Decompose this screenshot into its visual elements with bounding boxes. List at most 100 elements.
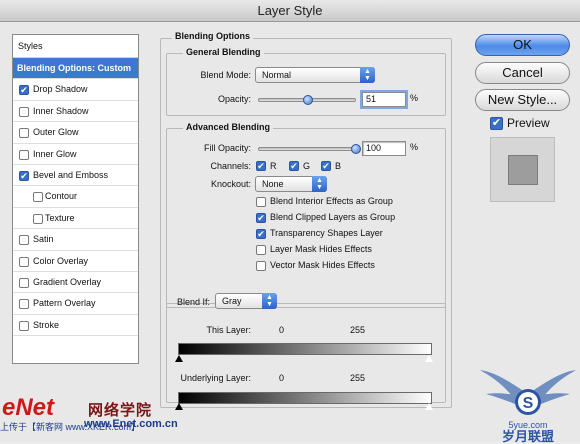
style-item-label: Blending Options: Custom xyxy=(17,63,131,73)
style-item[interactable]: Outer Glow xyxy=(13,122,138,144)
underlying-layer-white-slider[interactable] xyxy=(424,402,434,411)
underlying-layer-gradient-bar xyxy=(178,392,432,404)
preview-checkbox[interactable] xyxy=(490,117,503,130)
style-item-label: Inner Shadow xyxy=(33,105,89,116)
fill-opacity-percent: % xyxy=(410,142,419,152)
dialog-body: Styles Blending Options: Custom Drop Shad… xyxy=(0,22,580,444)
knockout-value: None xyxy=(262,179,284,189)
underlying-layer-max: 255 xyxy=(350,373,366,383)
style-item[interactable]: Drop Shadow xyxy=(13,79,138,101)
preview-swatch xyxy=(490,137,555,202)
emblem-letter: S xyxy=(523,395,534,412)
winged-emblem-icon: S 5yue.com 岁月联盟 xyxy=(480,370,576,444)
style-item-label: Outer Glow xyxy=(33,127,79,138)
this-layer-label: This Layer: xyxy=(206,325,251,335)
style-checkbox[interactable] xyxy=(33,192,43,203)
blend-mode-popup[interactable]: Normal ▲ ▼ xyxy=(255,67,375,83)
blend-if-label: Blend If: xyxy=(177,297,211,307)
style-checkbox[interactable] xyxy=(19,85,29,96)
style-item[interactable]: Blending Options: Custom xyxy=(13,58,138,80)
style-item[interactable]: Stroke xyxy=(13,315,138,337)
knockout-label: Knockout: xyxy=(210,179,251,189)
style-item-label: Stroke xyxy=(33,319,60,330)
blend-if-value: Gray xyxy=(222,296,242,306)
style-item-label: Drop Shadow xyxy=(33,84,88,95)
blending-options-title: Blending Options xyxy=(172,31,253,41)
knockout-popup[interactable]: None ▲ ▼ xyxy=(255,176,327,192)
channel-g-checkbox[interactable] xyxy=(289,161,299,171)
style-checkbox[interactable] xyxy=(19,299,29,310)
general-blending-title: General Blending xyxy=(183,47,264,57)
this-layer-white-slider[interactable] xyxy=(424,354,434,363)
window-title: Layer Style xyxy=(257,3,323,18)
style-item[interactable]: Contour xyxy=(13,186,138,208)
style-checkbox[interactable] xyxy=(19,106,29,117)
preview-label: Preview xyxy=(507,116,550,130)
underlying-layer-black-slider[interactable] xyxy=(175,403,183,410)
style-checkbox[interactable] xyxy=(19,149,29,160)
popup-arrows-icon: ▲ ▼ xyxy=(360,67,375,83)
style-item[interactable]: Texture xyxy=(13,208,138,230)
underlying-layer-min: 0 xyxy=(279,373,285,383)
advanced-option-checkbox[interactable] xyxy=(256,213,266,223)
blend-mode-value: Normal xyxy=(262,70,292,80)
advanced-option-checkbox[interactable] xyxy=(256,229,266,239)
style-checkbox[interactable] xyxy=(19,277,29,288)
fill-opacity-slider[interactable] xyxy=(258,147,356,151)
blend-if-popup[interactable]: Gray ▲ ▼ xyxy=(215,293,277,309)
this-layer-gradient-bar xyxy=(178,343,432,355)
style-item-label: Inner Glow xyxy=(33,148,77,159)
style-item[interactable]: Gradient Overlay xyxy=(13,272,138,294)
this-layer-black-slider[interactable] xyxy=(175,355,183,362)
styles-header[interactable]: Styles xyxy=(13,35,138,58)
style-item[interactable]: Bevel and Emboss xyxy=(13,165,138,187)
style-item[interactable]: Inner Glow xyxy=(13,144,138,165)
style-item-label: Texture xyxy=(45,212,75,223)
style-item-label: Gradient Overlay xyxy=(33,276,102,287)
advanced-option-checkbox[interactable] xyxy=(256,245,266,255)
style-item-label: Pattern Overlay xyxy=(33,298,96,309)
style-checkbox[interactable] xyxy=(19,256,29,267)
style-item[interactable]: Pattern Overlay xyxy=(13,293,138,315)
opacity-field[interactable]: 51 xyxy=(362,92,406,107)
popup-arrows-icon: ▲ ▼ xyxy=(262,293,277,309)
fill-opacity-slider-thumb[interactable] xyxy=(351,144,361,154)
this-layer-max: 255 xyxy=(350,325,366,335)
new-style-button[interactable]: New Style... xyxy=(475,89,570,111)
cancel-button[interactable]: Cancel xyxy=(475,62,570,84)
style-item-label: Contour xyxy=(45,191,78,202)
emblem-url: 5yue.com xyxy=(508,420,547,430)
style-item[interactable]: Color Overlay xyxy=(13,251,138,272)
advanced-option-checkbox[interactable] xyxy=(256,197,266,207)
fill-opacity-label: Fill Opacity: xyxy=(203,143,251,153)
advanced-option-label: Transparency Shapes Layer xyxy=(270,228,383,238)
enet-logo: eNet xyxy=(2,394,55,421)
channel-r-label: R xyxy=(270,161,277,171)
style-item[interactable]: Satin xyxy=(13,229,138,251)
channel-r-checkbox[interactable] xyxy=(256,161,266,171)
style-checkbox[interactable] xyxy=(33,213,43,224)
opacity-value: 51 xyxy=(366,94,377,104)
style-checkbox[interactable] xyxy=(19,170,29,181)
preview-swatch-inner xyxy=(508,155,538,185)
style-item-label: Bevel and Emboss xyxy=(33,169,109,180)
advanced-blending-title: Advanced Blending xyxy=(183,122,274,132)
advanced-option-label: Blend Interior Effects as Group xyxy=(270,196,393,206)
style-checkbox[interactable] xyxy=(19,128,29,139)
enet-site-name: 网络学院 xyxy=(88,402,153,419)
opacity-slider-thumb[interactable] xyxy=(302,95,313,105)
style-checkbox[interactable] xyxy=(19,320,29,331)
style-item-label: Color Overlay xyxy=(33,255,89,266)
title-bar: Layer Style xyxy=(0,0,580,22)
style-item-label: Satin xyxy=(33,234,54,245)
style-checkbox[interactable] xyxy=(19,235,29,246)
styles-list: Styles Blending Options: Custom Drop Shad… xyxy=(12,34,139,364)
underlying-layer-label: Underlying Layer: xyxy=(180,373,251,383)
style-item[interactable]: Inner Shadow xyxy=(13,101,138,123)
fill-opacity-field[interactable]: 100 xyxy=(362,141,406,156)
channel-b-checkbox[interactable] xyxy=(321,161,331,171)
channels-label: Channels: xyxy=(210,161,251,171)
ok-button[interactable]: OK xyxy=(475,34,570,56)
channel-g-label: G xyxy=(303,161,311,171)
advanced-option-checkbox[interactable] xyxy=(256,261,266,271)
